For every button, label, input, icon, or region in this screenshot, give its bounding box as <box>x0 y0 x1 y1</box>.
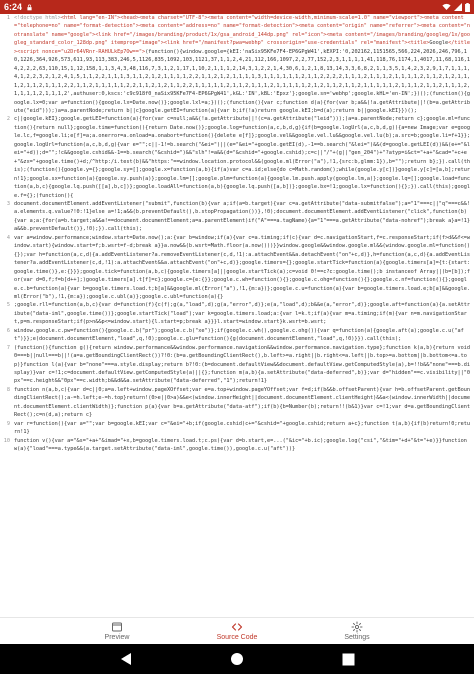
code-line: 7 (function(){function g(){return window.… <box>0 344 474 386</box>
code-line: 5 ;google.rll=function(a,b,c){var d=funct… <box>0 301 474 326</box>
gear-icon <box>351 621 363 633</box>
line-number: 5 <box>6 302 10 309</box>
home-icon <box>231 653 243 665</box>
code-line: 4 var a=window.performance;window.start=D… <box>0 234 474 302</box>
line-number: 7 <box>6 344 10 351</box>
code-text: c||google.kEI};google.getLEI=function(a)… <box>14 116 470 199</box>
system-navigation-bar <box>0 644 474 674</box>
nav-settings[interactable]: Settings <box>327 621 387 641</box>
nav-source-code-label: Source Code <box>216 634 258 641</box>
nav-preview-label: Preview <box>104 634 130 641</box>
code-text: (function(){function g(){return window.p… <box>14 344 474 385</box>
code-text: function n(a,b,c){var d=c||0;a=a.left+wi… <box>14 386 470 419</box>
code-icon <box>231 623 243 631</box>
back-icon <box>121 653 131 665</box>
code-line: 8 function n(a,b,c){var d=c||0;a=a.left+w… <box>0 386 474 420</box>
code-text: <!doctype html><html lang="en-IN"><head>… <box>14 15 471 114</box>
code-text: window.google.c.pw=function(){google.c.b… <box>14 327 464 343</box>
source-code-view[interactable]: 1 <!doctype html><html lang="en-IN"><head… <box>0 14 474 617</box>
nav-preview[interactable]: Preview <box>87 621 147 641</box>
code-line: 1 <!doctype html><html lang="en-IN"><head… <box>0 14 474 115</box>
line-number: 2 <box>6 116 10 123</box>
status-time: 6:24 <box>4 2 23 12</box>
nav-settings-label: Settings <box>344 634 370 641</box>
line-number: 10 <box>3 437 10 444</box>
line-number: 1 <box>6 15 10 21</box>
code-text: var a=window.performance;window.start=Da… <box>14 234 470 300</box>
line-number: 3 <box>6 200 10 207</box>
code-text: var r=function(){var a="";var b=google.k… <box>14 420 470 436</box>
line-number: 9 <box>6 420 10 427</box>
code-text: ;google.rll=function(a,b,c){var d=functi… <box>14 302 470 326</box>
line-number: 6 <box>6 327 10 334</box>
status-bar: 6:24 <box>0 0 474 14</box>
code-line: 6 window.google.c.pw=function(){google.c.… <box>0 327 474 344</box>
code-text: function v(){var a="&s="+a+"&imad="+x,b=… <box>14 437 470 453</box>
bottom-navigation: Preview Source Code Settings <box>0 617 474 644</box>
code-line: 10 function v(){var a="&s="+a+"&imad="+x,… <box>0 437 474 454</box>
home-button[interactable] <box>229 651 245 667</box>
code-line: 2 c||google.kEI};google.getLEI=function(a… <box>0 115 474 200</box>
recents-icon <box>342 653 354 665</box>
line-number: 4 <box>6 234 10 241</box>
code-text: document.documentElement.addEventListene… <box>14 200 470 233</box>
wifi-icon <box>442 3 451 10</box>
back-button[interactable] <box>118 651 134 667</box>
recents-button[interactable] <box>340 651 356 667</box>
line-number: 8 <box>6 386 10 393</box>
battery-icon <box>465 2 470 12</box>
nav-source-code[interactable]: Source Code <box>207 621 267 641</box>
preview-icon <box>112 622 122 632</box>
signal-icon <box>454 3 462 11</box>
code-line: 9 var r=function(){var a="";var b=google.… <box>0 420 474 437</box>
status-right <box>442 2 470 12</box>
lock-icon <box>27 4 32 10</box>
code-line: 3 document.documentElement.addEventListen… <box>0 200 474 234</box>
status-left: 6:24 <box>4 2 33 12</box>
